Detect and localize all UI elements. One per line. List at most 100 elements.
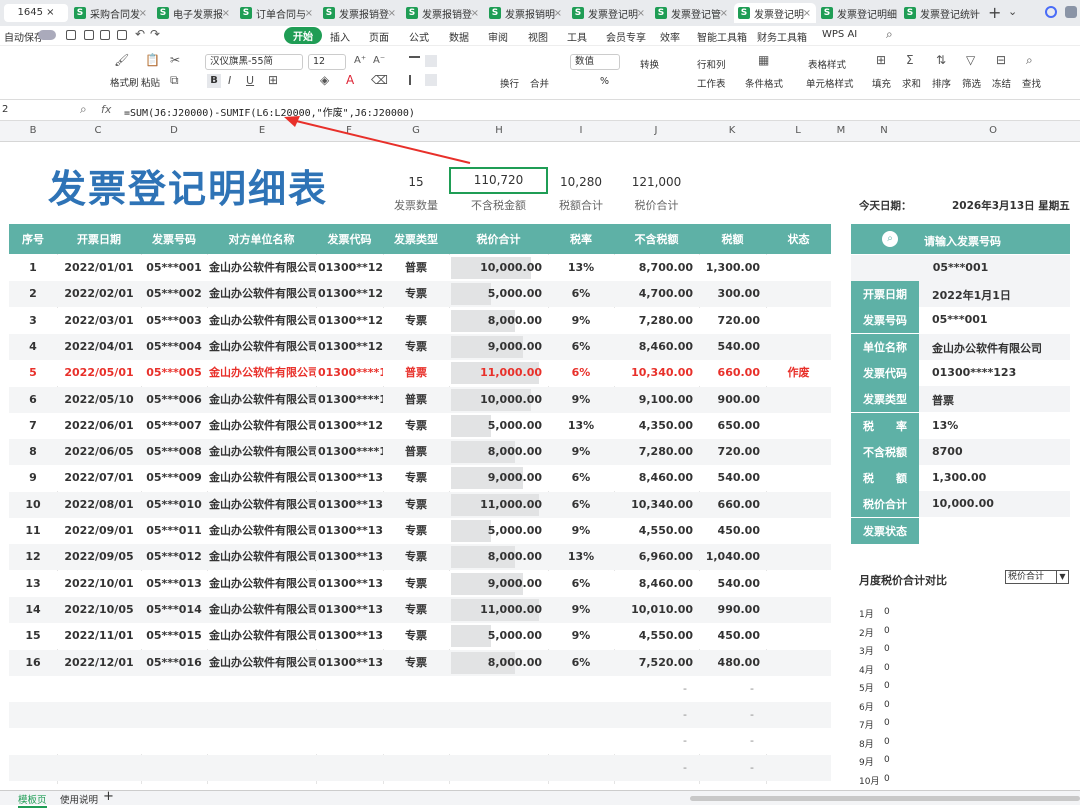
- cut-icon[interactable]: ✂: [170, 53, 180, 67]
- align-top-button[interactable]: [409, 56, 420, 65]
- close-icon[interactable]: ×: [471, 8, 479, 19]
- redo-icon[interactable]: ↷: [150, 27, 160, 41]
- table-header[interactable]: 对方单位名称: [207, 224, 316, 254]
- cell-total[interactable]: 8,000.00: [449, 650, 548, 676]
- empty-row[interactable]: --: [9, 675, 831, 702]
- cell-num[interactable]: 05***012: [141, 544, 207, 570]
- menu-item[interactable]: 工具: [567, 29, 587, 44]
- cell-status[interactable]: [766, 623, 831, 649]
- cell-date[interactable]: 2022/10/01: [57, 571, 141, 597]
- column-header[interactable]: K: [722, 125, 742, 136]
- cell-num[interactable]: 05***014: [141, 597, 207, 623]
- convert-button[interactable]: 转换: [640, 57, 659, 71]
- cell-total[interactable]: 9,000.00: [449, 571, 548, 597]
- cell-tax[interactable]: 480.00: [699, 650, 766, 676]
- table-row[interactable]: 42022/04/0105***004金山办公软件有限公司01300**126专…: [9, 333, 831, 360]
- cell-rate[interactable]: 6%: [548, 650, 614, 676]
- freeze-button[interactable]: 冻结: [992, 76, 1011, 90]
- cell-num[interactable]: 05***016: [141, 650, 207, 676]
- cell-tax[interactable]: 660.00: [699, 360, 766, 386]
- table-row[interactable]: 162022/12/0105***016金山办公软件有限公司01300**138…: [9, 649, 831, 676]
- cell-rate[interactable]: 6%: [548, 360, 614, 386]
- cell-no[interactable]: 5: [9, 360, 57, 386]
- horizontal-scrollbar[interactable]: [690, 796, 1080, 801]
- table-header[interactable]: 税额: [699, 224, 766, 254]
- cell-company[interactable]: 金山办公软件有限公司: [207, 623, 316, 649]
- close-icon[interactable]: ×: [720, 8, 728, 19]
- cell-tax[interactable]: 660.00: [699, 492, 766, 518]
- cell-excl[interactable]: 4,550.00: [614, 623, 699, 649]
- paste-icon[interactable]: 📋: [145, 53, 160, 67]
- menu-item[interactable]: 开始: [284, 27, 322, 44]
- cell-rate[interactable]: 9%: [548, 387, 614, 413]
- sort-button[interactable]: 排序: [932, 76, 951, 90]
- cell-num[interactable]: 05***007: [141, 413, 207, 439]
- cell-total[interactable]: 9,000.00: [449, 334, 548, 360]
- bold-button[interactable]: B: [207, 74, 221, 88]
- cell-company[interactable]: 金山办公软件有限公司: [207, 518, 316, 544]
- cell-total[interactable]: 11,000.00: [449, 492, 548, 518]
- cell-no[interactable]: 2: [9, 281, 57, 307]
- menu-item[interactable]: 财务工具箱: [757, 29, 807, 44]
- menu-item[interactable]: 页面: [369, 29, 389, 44]
- file-tab[interactable]: S 发票登记明细 ×: [817, 3, 899, 23]
- empty-row[interactable]: --: [9, 754, 831, 781]
- cell-status[interactable]: [766, 544, 831, 570]
- cell-code[interactable]: 01300**134: [316, 544, 383, 570]
- cell-no[interactable]: 6: [9, 387, 57, 413]
- cell-tax-empty[interactable]: -: [699, 728, 766, 754]
- sort-icon[interactable]: ⇅: [936, 53, 946, 67]
- cell-total[interactable]: 8,000.00: [449, 308, 548, 334]
- cell-excl[interactable]: 10,340.00: [614, 492, 699, 518]
- cell-type[interactable]: 专票: [383, 413, 449, 439]
- freeze-icon[interactable]: ⊟: [996, 53, 1006, 67]
- number-format-select[interactable]: 数值: [570, 54, 620, 70]
- cell-tax[interactable]: 990.00: [699, 597, 766, 623]
- cell-total[interactable]: 11,000.00: [449, 360, 548, 386]
- print-icon[interactable]: [100, 30, 110, 40]
- cell-company[interactable]: 金山办公软件有限公司: [207, 492, 316, 518]
- cell-no[interactable]: 13: [9, 571, 57, 597]
- cell-status[interactable]: [766, 492, 831, 518]
- search-input[interactable]: 05***001: [851, 255, 1070, 281]
- table-row[interactable]: 12022/01/0105***001金山办公软件有限公司01300**123普…: [9, 255, 831, 281]
- table-style-button[interactable]: 表格样式: [808, 57, 846, 71]
- menu-item[interactable]: 审阅: [488, 29, 508, 44]
- menu-item[interactable]: 插入: [330, 29, 350, 44]
- sum-icon[interactable]: Σ: [906, 53, 914, 67]
- cell-no[interactable]: 8: [9, 439, 57, 465]
- cell-rate[interactable]: 9%: [548, 308, 614, 334]
- menu-item[interactable]: 效率: [660, 29, 680, 44]
- cell-no[interactable]: 11: [9, 518, 57, 544]
- cell-excl-empty[interactable]: -: [614, 702, 699, 728]
- menu-item[interactable]: 公式: [409, 29, 429, 44]
- cell-excl[interactable]: 7,520.00: [614, 650, 699, 676]
- cell-excl[interactable]: 4,700.00: [614, 281, 699, 307]
- column-header[interactable]: D: [164, 125, 184, 136]
- cell-total[interactable]: 11,000.00: [449, 597, 548, 623]
- table-row[interactable]: 152022/11/0105***015金山办公软件有限公司01300**137…: [9, 623, 831, 650]
- cell-company[interactable]: 金山办公软件有限公司: [207, 308, 316, 334]
- font-size-select[interactable]: 12: [308, 54, 346, 70]
- table-header[interactable]: 发票号码: [141, 224, 207, 254]
- cell-rate[interactable]: 6%: [548, 571, 614, 597]
- cell-rate[interactable]: 13%: [548, 413, 614, 439]
- fill-button[interactable]: 填充: [872, 76, 891, 90]
- close-icon[interactable]: ×: [803, 8, 811, 19]
- table-row[interactable]: 92022/07/0105***009金山办公软件有限公司01300**131专…: [9, 465, 831, 492]
- cell-type[interactable]: 普票: [383, 360, 449, 386]
- conditional-format-button[interactable]: 条件格式: [745, 76, 783, 90]
- cell-date[interactable]: 2022/09/01: [57, 518, 141, 544]
- cell-tax[interactable]: 650.00: [699, 413, 766, 439]
- format-painter-icon[interactable]: 🖌: [114, 53, 129, 67]
- cell-type[interactable]: 专票: [383, 492, 449, 518]
- empty-row[interactable]: --: [9, 702, 831, 729]
- cell-code[interactable]: 01300****127: [316, 360, 383, 386]
- kpi-excl-value[interactable]: 110,720: [449, 167, 548, 194]
- menu-item[interactable]: 数据: [449, 29, 469, 44]
- cell-code[interactable]: 01300**136: [316, 597, 383, 623]
- cell-date[interactable]: 2022/09/05: [57, 544, 141, 570]
- column-header[interactable]: L: [788, 125, 808, 136]
- cell-no[interactable]: 1: [9, 255, 57, 281]
- cell-status[interactable]: [766, 387, 831, 413]
